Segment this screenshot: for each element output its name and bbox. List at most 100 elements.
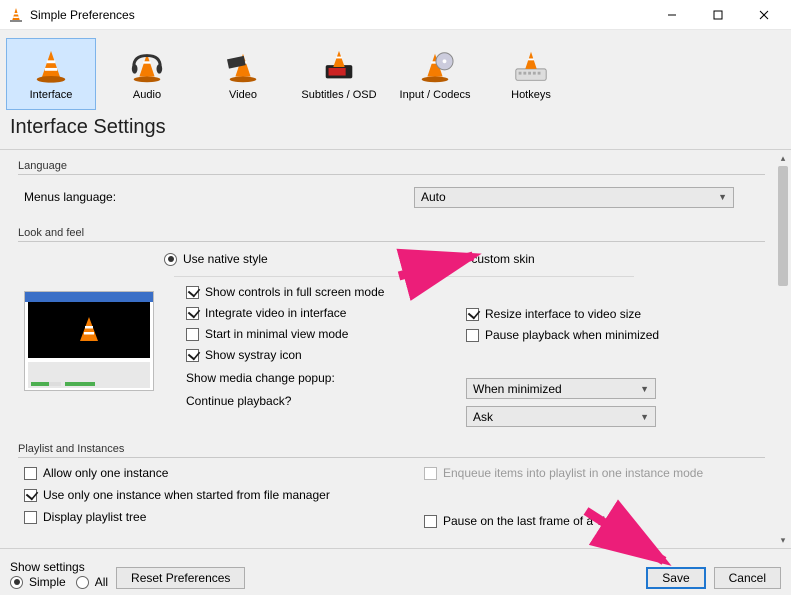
category-strip: Interface Audio Video Subtitles / OSD In…	[0, 30, 791, 110]
page-title: Interface Settings	[0, 110, 791, 149]
group-language: Language Menus language: Auto ▼	[18, 160, 765, 217]
show-settings-label: Show settings	[10, 560, 108, 574]
check-pause-last-frame[interactable]: Pause on the last frame of a video	[424, 514, 759, 528]
radio-show-all[interactable]: All	[76, 575, 108, 589]
interface-preview	[24, 291, 154, 391]
check-one-instance-file-manager[interactable]: Use only one instance when started from …	[24, 488, 424, 502]
radio-icon	[164, 253, 177, 266]
radio-label: Use custom skin	[447, 252, 535, 266]
group-label: Language	[18, 160, 765, 172]
chevron-down-icon: ▼	[718, 192, 727, 202]
menus-language-select[interactable]: Auto ▼	[414, 187, 734, 208]
check-label: Show controls in full screen mode	[205, 285, 384, 299]
check-label: Resize interface to video size	[485, 307, 641, 321]
reset-preferences-button[interactable]: Reset Preferences	[116, 567, 245, 589]
keyboard-cone-icon	[510, 48, 552, 86]
checkbox-icon	[186, 286, 199, 299]
check-start-minimal[interactable]: Start in minimal view mode	[186, 327, 466, 341]
save-button[interactable]: Save	[646, 567, 705, 589]
group-playlist-instances: Playlist and Instances Allow only one in…	[18, 443, 765, 534]
check-label: Pause on the last frame of a video	[443, 514, 625, 528]
category-input-codecs[interactable]: Input / Codecs	[390, 38, 480, 110]
menus-language-label: Menus language:	[24, 190, 204, 204]
radio-label: All	[95, 575, 108, 589]
media-popup-select[interactable]: When minimized ▼	[466, 378, 656, 399]
category-label: Hotkeys	[511, 89, 551, 101]
group-look-and-feel: Look and feel Use native style Use custo…	[18, 227, 765, 433]
cancel-button[interactable]: Cancel	[714, 567, 781, 589]
check-label: Start in minimal view mode	[205, 327, 348, 341]
group-label: Look and feel	[18, 227, 765, 239]
close-button[interactable]	[741, 0, 787, 30]
radio-icon	[76, 576, 89, 589]
check-label: Use only one instance when started from …	[43, 488, 330, 502]
check-allow-one-instance[interactable]: Allow only one instance	[24, 466, 424, 480]
select-value: Ask	[473, 410, 493, 424]
category-label: Video	[229, 89, 257, 101]
category-label: Interface	[30, 89, 73, 101]
continue-playback-select[interactable]: Ask ▼	[466, 406, 656, 427]
category-subtitles[interactable]: Subtitles / OSD	[294, 38, 384, 110]
select-value: Auto	[421, 190, 446, 204]
category-label: Input / Codecs	[400, 89, 471, 101]
check-label: Show systray icon	[205, 348, 302, 362]
disc-cone-icon	[414, 48, 456, 86]
check-enqueue-playlist: Enqueue items into playlist in one insta…	[424, 466, 759, 480]
maximize-button[interactable]	[695, 0, 741, 30]
category-interface[interactable]: Interface	[6, 38, 96, 110]
check-label: Enqueue items into playlist in one insta…	[443, 466, 703, 480]
button-label: Reset Preferences	[131, 571, 230, 585]
titlebar: Simple Preferences	[0, 0, 791, 30]
window-title: Simple Preferences	[30, 8, 649, 22]
check-display-playlist-tree[interactable]: Display playlist tree	[24, 510, 424, 524]
checkbox-icon	[186, 307, 199, 320]
bottom-bar: Show settings Simple All Reset Preferenc…	[0, 549, 791, 595]
radio-icon	[428, 253, 441, 266]
headphone-cone-icon	[126, 48, 168, 86]
checkbox-icon	[186, 349, 199, 362]
select-value: When minimized	[473, 382, 562, 396]
checkbox-icon	[24, 489, 37, 502]
checkbox-icon	[466, 308, 479, 321]
checkbox-icon	[24, 511, 37, 524]
check-integrate-video[interactable]: Integrate video in interface	[186, 306, 466, 320]
radio-label: Simple	[29, 575, 66, 589]
check-show-controls-fullscreen[interactable]: Show controls in full screen mode	[186, 285, 466, 299]
chevron-down-icon: ▼	[640, 384, 649, 394]
scroll-down-icon[interactable]: ▾	[775, 532, 791, 548]
category-label: Audio	[133, 89, 161, 101]
clock-cone-icon	[318, 48, 360, 86]
check-show-systray[interactable]: Show systray icon	[186, 348, 466, 362]
radio-label: Use native style	[183, 252, 268, 266]
vertical-scrollbar[interactable]: ▴ ▾	[775, 150, 791, 548]
radio-show-simple[interactable]: Simple	[10, 575, 66, 589]
category-label: Subtitles / OSD	[301, 89, 376, 101]
checkbox-icon	[424, 515, 437, 528]
radio-use-native-style[interactable]: Use native style	[164, 252, 268, 266]
settings-content: Language Menus language: Auto ▼ Look and…	[0, 150, 775, 548]
checkbox-icon	[24, 467, 37, 480]
category-audio[interactable]: Audio	[102, 38, 192, 110]
button-label: Save	[662, 571, 689, 585]
scroll-up-icon[interactable]: ▴	[775, 150, 791, 166]
film-cone-icon	[222, 48, 264, 86]
check-resize-to-video[interactable]: Resize interface to video size	[466, 307, 759, 321]
group-label: Playlist and Instances	[18, 443, 765, 455]
vlc-app-icon	[8, 7, 24, 23]
check-label: Integrate video in interface	[205, 306, 346, 320]
button-label: Cancel	[729, 571, 766, 585]
scrollbar-thumb[interactable]	[778, 166, 788, 286]
check-pause-minimized[interactable]: Pause playback when minimized	[466, 328, 759, 342]
check-label: Allow only one instance	[43, 466, 168, 480]
checkbox-icon	[186, 328, 199, 341]
minimize-button[interactable]	[649, 0, 695, 30]
continue-playback-label: Continue playback?	[186, 394, 346, 408]
category-video[interactable]: Video	[198, 38, 288, 110]
radio-icon	[10, 576, 23, 589]
radio-use-custom-skin[interactable]: Use custom skin	[428, 252, 535, 266]
category-hotkeys[interactable]: Hotkeys	[486, 38, 576, 110]
cone-icon	[30, 48, 72, 86]
chevron-down-icon: ▼	[640, 412, 649, 422]
check-label: Pause playback when minimized	[485, 328, 659, 342]
media-popup-label: Show media change popup:	[186, 371, 346, 385]
